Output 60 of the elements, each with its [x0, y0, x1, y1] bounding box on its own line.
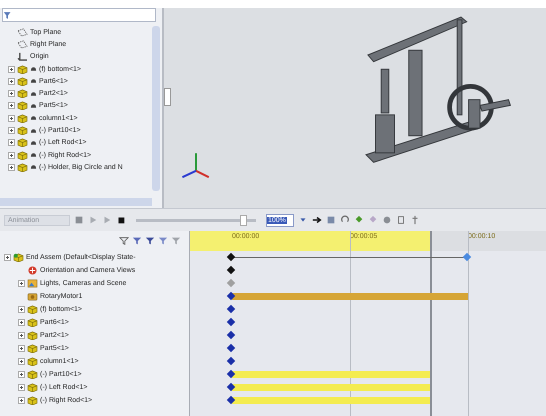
- part-icon: [27, 344, 38, 353]
- expand-toggle[interactable]: [8, 139, 15, 146]
- expand-toggle[interactable]: [18, 397, 25, 404]
- expand-toggle[interactable]: [18, 280, 25, 287]
- expand-toggle[interactable]: [4, 254, 11, 261]
- part-icon: [17, 89, 28, 98]
- part-icon: [17, 150, 28, 160]
- expand-toggle[interactable]: [8, 114, 15, 122]
- panel-grip[interactable]: [164, 88, 171, 106]
- key-icon[interactable]: [354, 215, 364, 225]
- expand-toggle[interactable]: [8, 152, 15, 159]
- key-point[interactable]: [226, 266, 236, 274]
- expand-toggle[interactable]: [8, 90, 15, 98]
- stop-icon[interactable]: [116, 215, 126, 225]
- part-icon: [27, 357, 38, 366]
- filter-icon: [3, 10, 13, 20]
- key-point[interactable]: [226, 318, 236, 326]
- part-icon: [27, 318, 38, 327]
- part-icon: [27, 396, 38, 405]
- part-icon: [17, 162, 28, 172]
- part-icon: [27, 331, 38, 340]
- expand-toggle[interactable]: [8, 127, 15, 134]
- expand-toggle[interactable]: [8, 102, 15, 110]
- expand-toggle[interactable]: [8, 164, 15, 171]
- key-point[interactable]: [226, 304, 236, 314]
- origin-icon: [17, 52, 28, 62]
- expand-toggle[interactable]: [18, 319, 25, 326]
- part-icon: [17, 138, 28, 148]
- key-point[interactable]: [226, 344, 236, 352]
- slider-thumb[interactable]: [240, 214, 247, 226]
- rotate-icon[interactable]: [340, 215, 350, 225]
- scrollbar[interactable]: [0, 198, 152, 206]
- part-icon: [17, 64, 28, 74]
- scrollbar[interactable]: [152, 26, 160, 191]
- key-point[interactable]: [226, 252, 236, 262]
- plane-icon: [17, 28, 28, 37]
- camera-views-icon: [27, 266, 38, 275]
- expand-toggle[interactable]: [8, 78, 15, 85]
- playback-slider[interactable]: [136, 214, 256, 226]
- expand-toggle[interactable]: [18, 332, 25, 339]
- key-point[interactable]: [226, 330, 236, 340]
- expand-toggle[interactable]: [18, 384, 25, 391]
- part-icon: [27, 383, 38, 392]
- expand-toggle[interactable]: [8, 66, 15, 73]
- key-point[interactable]: [226, 356, 236, 366]
- part-icon: [13, 253, 24, 262]
- expand-toggle[interactable]: [18, 345, 25, 352]
- filter-field[interactable]: [2, 8, 156, 22]
- arrow-icon[interactable]: [312, 215, 322, 225]
- part-icon: [17, 76, 28, 86]
- expand-toggle[interactable]: [18, 358, 25, 365]
- part-icon: [27, 370, 38, 379]
- part-icon: [27, 305, 38, 314]
- part-icon: [17, 126, 28, 136]
- expand-toggle[interactable]: [18, 306, 25, 313]
- plane-icon: [17, 40, 28, 49]
- lights-icon: [27, 279, 38, 288]
- part-icon: [17, 114, 28, 123]
- expand-toggle[interactable]: [18, 371, 25, 378]
- part-icon: [17, 101, 28, 110]
